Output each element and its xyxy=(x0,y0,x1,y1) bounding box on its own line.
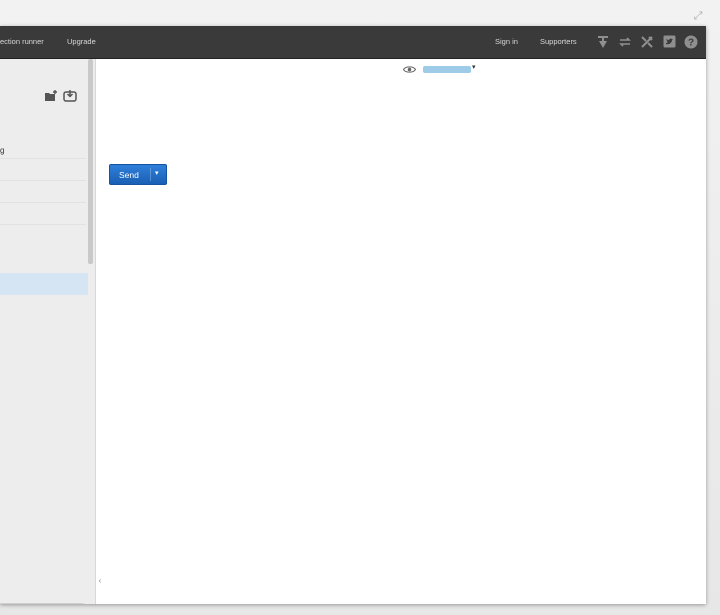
list-item[interactable] xyxy=(0,181,86,203)
import-icon[interactable] xyxy=(62,90,77,105)
help-icon[interactable]: ? xyxy=(684,35,698,49)
list-item[interactable] xyxy=(0,137,86,159)
send-button-divider xyxy=(150,168,151,181)
interceptor-icon[interactable] xyxy=(596,35,610,49)
send-button-label: Send xyxy=(119,170,139,180)
sidebar-search-input[interactable] xyxy=(0,603,91,604)
send-button[interactable]: Send ▾ xyxy=(109,164,167,185)
supporters-link[interactable]: Supporters xyxy=(540,26,577,58)
eye-icon[interactable] xyxy=(402,65,417,77)
sign-in-link[interactable]: Sign in xyxy=(495,26,518,58)
sidebar-actions xyxy=(44,90,77,105)
sidebar: g xyxy=(0,59,96,604)
svg-text:?: ? xyxy=(688,38,694,49)
sync-icon[interactable] xyxy=(618,35,632,49)
collapse-sidebar-icon[interactable]: ‹ xyxy=(96,574,104,588)
settings-icon[interactable] xyxy=(640,35,654,49)
list-item[interactable] xyxy=(0,159,86,181)
twitter-icon[interactable] xyxy=(662,35,676,49)
list-item[interactable] xyxy=(0,203,86,225)
app-window: ection runner Upgrade Sign in Supporters… xyxy=(0,26,706,604)
sidebar-scrollbar[interactable] xyxy=(88,59,93,264)
expand-icon[interactable]: ⤢ xyxy=(692,10,704,22)
new-collection-icon[interactable] xyxy=(44,90,63,105)
nav-upgrade[interactable]: Upgrade xyxy=(67,26,96,58)
nav-collection-runner[interactable]: ection runner xyxy=(0,26,44,58)
top-navigation-bar: ection runner Upgrade Sign in Supporters… xyxy=(0,26,706,59)
selected-list-item[interactable] xyxy=(0,273,88,295)
list-item-label: g xyxy=(0,146,5,155)
send-options-chevron-icon[interactable]: ▾ xyxy=(155,169,159,177)
environment-selector[interactable] xyxy=(423,66,471,73)
environment-dropdown-icon[interactable]: ▾ xyxy=(472,63,476,71)
